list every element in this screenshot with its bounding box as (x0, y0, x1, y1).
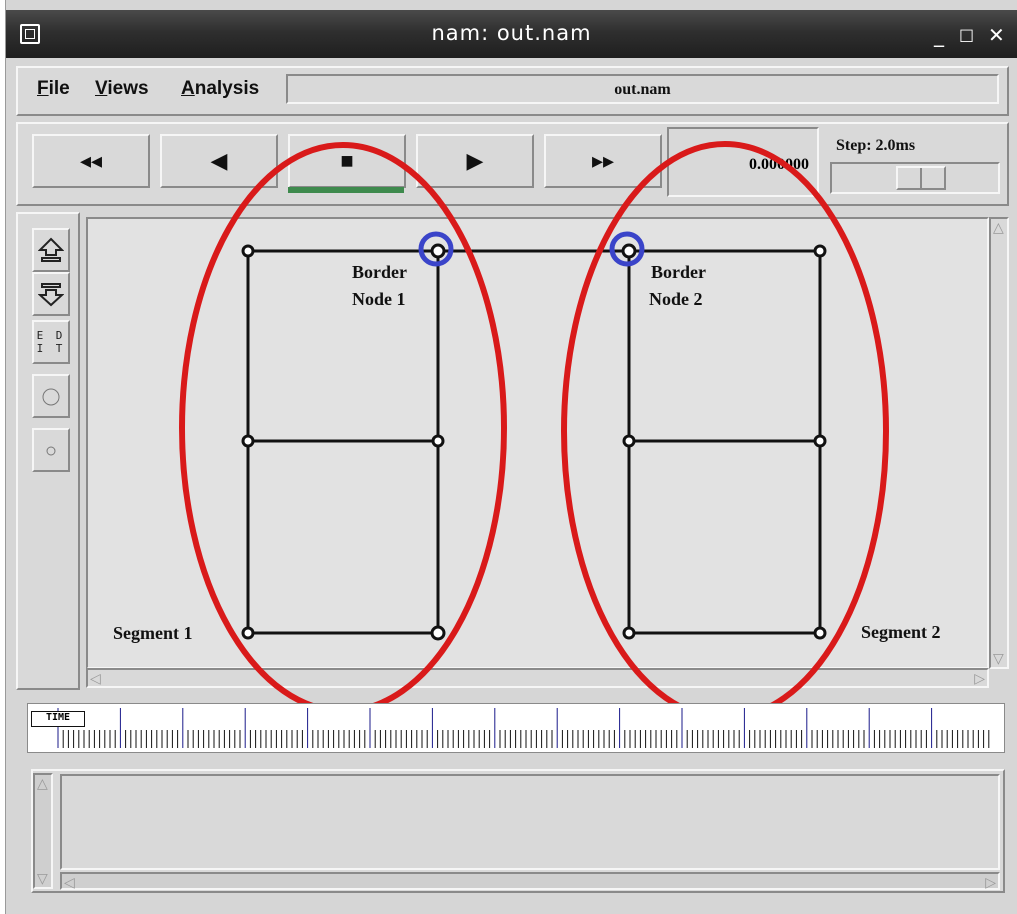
zoom-out-icon (37, 283, 65, 307)
minimize-button[interactable]: _ (934, 23, 944, 47)
node[interactable] (813, 244, 827, 258)
time-marker[interactable]: TIME (31, 711, 85, 727)
title-bar[interactable]: nam: out.nam _ □ ✕ (6, 10, 1017, 58)
node[interactable] (241, 434, 255, 448)
edit-button[interactable]: E D I T (32, 320, 70, 364)
stop-active-indicator (288, 187, 404, 193)
play-forward-icon: ▶ (466, 148, 484, 173)
stop-button[interactable]: ■ (288, 134, 406, 188)
node[interactable] (430, 625, 446, 641)
network-topology: Border Node 1 Border Node 2 Segment 1 Se… (113, 243, 941, 643)
scroll-down-icon[interactable]: ▽ (993, 650, 1004, 667)
segment-2-label: Segment 2 (861, 622, 941, 642)
node[interactable] (431, 434, 445, 448)
time-value: 0.000000 (749, 156, 809, 173)
timeline-slider[interactable] (27, 703, 1005, 753)
menu-file[interactable]: File (37, 78, 70, 100)
stop-icon: ■ (340, 148, 354, 173)
node[interactable] (813, 626, 827, 640)
step-back-button[interactable]: ◀ (160, 134, 278, 188)
zoom-in-icon (37, 237, 65, 262)
play-backward-icon: ◀ (210, 148, 228, 173)
small-circle-icon (46, 446, 56, 456)
scroll-right-icon[interactable]: ▷ (974, 670, 985, 687)
rewind-icon: ◂◂ (79, 148, 103, 173)
zoom-in-button[interactable] (32, 228, 70, 272)
node[interactable] (430, 243, 446, 259)
menu-views[interactable]: Views (95, 78, 149, 100)
scroll-right-icon[interactable]: ▷ (985, 874, 996, 891)
border-node-2-label-line1: Border (651, 262, 706, 282)
file-name-display: out.nam (286, 74, 999, 104)
border-node-1-label-line1: Border (352, 262, 407, 282)
node[interactable] (241, 244, 255, 258)
node[interactable] (622, 626, 636, 640)
annotation-text-area[interactable] (60, 774, 1000, 870)
step-label: Step: 2.0ms (836, 137, 916, 154)
zoom-out-button[interactable] (32, 272, 70, 316)
time-display: 0.000000 (667, 127, 819, 197)
border-node-2-label-line2: Node 2 (649, 289, 703, 309)
annotation-horizontal-scrollbar[interactable]: ◁ ▷ (60, 872, 1000, 890)
circle-icon (42, 388, 60, 406)
rewind-button[interactable]: ◂◂ (32, 134, 150, 188)
annotation-vertical-scrollbar[interactable]: △ ▽ (33, 773, 53, 889)
scroll-down-icon[interactable]: ▽ (37, 870, 48, 887)
small-node-tool[interactable] (32, 428, 70, 472)
scroll-left-icon[interactable]: ◁ (64, 874, 75, 891)
large-node-tool[interactable] (32, 374, 70, 418)
node[interactable] (622, 434, 636, 448)
border-node-1-label-line2: Node 1 (352, 289, 406, 309)
fast-forward-button[interactable]: ▸▸ (544, 134, 662, 188)
canvas-horizontal-scrollbar[interactable]: ◁ ▷ (86, 668, 989, 688)
links (246, 249, 822, 635)
maximize-button[interactable]: □ (959, 25, 974, 44)
play-button[interactable]: ▶ (416, 134, 534, 188)
node[interactable] (241, 626, 255, 640)
canvas-vertical-scrollbar[interactable]: △ ▽ (989, 217, 1009, 669)
close-button[interactable]: ✕ (988, 23, 1005, 47)
network-canvas[interactable]: Border Node 1 Border Node 2 Segment 1 Se… (86, 217, 989, 669)
scroll-up-icon[interactable]: △ (37, 775, 48, 792)
node[interactable] (813, 434, 827, 448)
window-title: nam: out.nam (431, 21, 592, 45)
step-slider-thumb[interactable] (896, 166, 946, 190)
fast-forward-icon: ▸▸ (591, 148, 615, 173)
menu-analysis[interactable]: Analysis (181, 78, 259, 100)
scroll-left-icon[interactable]: ◁ (90, 670, 101, 687)
segment-1-label: Segment 1 (113, 623, 193, 643)
scroll-up-icon[interactable]: △ (993, 219, 1004, 236)
node[interactable] (621, 243, 637, 259)
timeline-ticks (57, 708, 990, 748)
